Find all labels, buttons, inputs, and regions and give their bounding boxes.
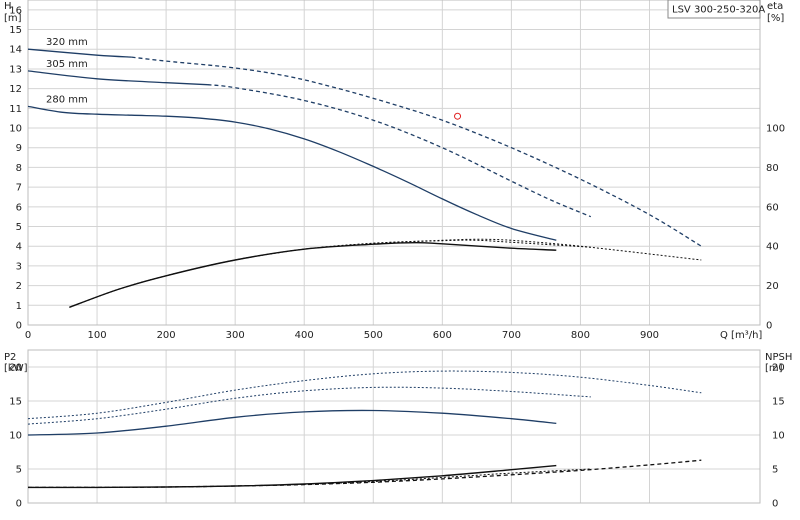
curve-label: 305 mm: [46, 59, 88, 70]
npsh-tick-label: 15: [772, 397, 785, 408]
npsh-axis-label: NPSH: [765, 352, 792, 363]
flow-tick-label: 200: [157, 330, 176, 341]
model-title: LSV 300-250-320A: [672, 5, 765, 16]
eta-tick-label: 0: [766, 321, 772, 332]
eta-tick-label: 20: [766, 281, 779, 292]
flow-tick-label: 0: [25, 330, 31, 341]
head-tick-label: 7: [16, 183, 22, 194]
flow-tick-labels: 0 100 200 300 400 500 600 700 800 900: [25, 330, 659, 341]
head-tick-label: 12: [9, 84, 22, 95]
power-curve-2: [27, 370, 702, 420]
head-tick-label: 14: [9, 45, 22, 56]
head-tick-label: 11: [9, 104, 22, 115]
flow-tick-label: 100: [88, 330, 107, 341]
eta-tick-label: 100: [766, 124, 785, 135]
power-tick-label: 5: [16, 465, 22, 476]
head-tick-label: 5: [16, 222, 22, 233]
curve-label: 280 mm: [46, 94, 88, 105]
npsh-tick-label: 10: [772, 431, 785, 442]
power-curve-0: [27, 409, 557, 436]
head-tick-label: 0: [16, 321, 22, 332]
head-curve-6: [69, 239, 591, 308]
head-curve-4: [27, 105, 557, 241]
npsh-tick-labels: 05101520: [772, 363, 785, 510]
head-tick-label: 15: [9, 25, 22, 36]
pump-curve-chart: 012345678910111213141516 020406080100 01…: [4, 0, 792, 510]
power-curves: [27, 370, 702, 489]
eta-tick-label: 80: [766, 163, 779, 174]
head-tick-label: 8: [16, 163, 22, 174]
h-axis-label: H: [4, 1, 12, 12]
head-tick-label: 10: [9, 124, 22, 135]
head-tick-label: 9: [16, 143, 22, 154]
duty-point-marker: [454, 112, 462, 120]
flow-tick-label: 500: [364, 330, 383, 341]
head-curve-3: [207, 84, 592, 218]
head-tick-label: 6: [16, 202, 22, 213]
p2-axis-unit: [kW]: [4, 363, 28, 374]
flow-tick-label: 900: [640, 330, 659, 341]
npsh-tick-label: 0: [772, 499, 778, 510]
curve-label: 320 mm: [46, 37, 88, 48]
eta-tick-label: 40: [766, 242, 779, 253]
head-grid: [27, 0, 760, 326]
eta-axis-unit: [%]: [767, 13, 784, 24]
flow-tick-label: 300: [226, 330, 245, 341]
flow-tick-label: 700: [502, 330, 521, 341]
power-tick-label: 15: [9, 397, 22, 408]
power-curve-5: [28, 459, 702, 489]
power-tick-label: 0: [16, 499, 22, 510]
eta-axis-label: eta: [767, 1, 783, 12]
npsh-axis-unit: [m]: [765, 363, 783, 374]
npsh-tick-label: 5: [772, 465, 778, 476]
flow-tick-label: 400: [295, 330, 314, 341]
h-axis-unit: [m]: [4, 13, 22, 24]
eta-tick-label: 60: [766, 202, 779, 213]
head-tick-label: 3: [16, 261, 22, 272]
head-tick-label: 2: [16, 281, 22, 292]
head-curve-2: [27, 70, 208, 86]
eta-tick-labels: 0 20 40 60 80 100: [766, 124, 785, 332]
flow-tick-label: 800: [571, 330, 590, 341]
power-tick-label: 10: [9, 431, 22, 442]
head-tick-label: 13: [9, 64, 22, 75]
power-tick-labels: 05101520: [9, 363, 22, 510]
head-curve-0: [27, 48, 132, 58]
head-curves: 320 mm 305 mm 280 mm: [27, 37, 702, 308]
head-tick-label: 4: [16, 242, 22, 253]
head-curve-7: [69, 238, 702, 308]
head-curve-5: [69, 241, 557, 308]
p2-axis-label: P2: [4, 352, 16, 363]
flow-tick-label: 600: [433, 330, 452, 341]
head-tick-labels: 012345678910111213141516: [9, 5, 22, 331]
head-tick-label: 1: [16, 301, 22, 312]
q-axis-label: Q [m³/h]: [720, 330, 762, 341]
